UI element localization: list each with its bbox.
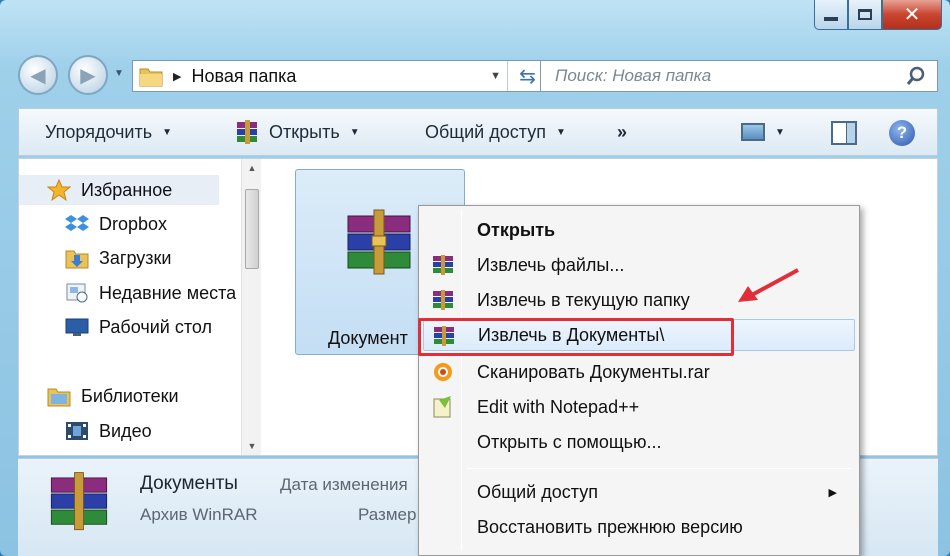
dropbox-icon: [65, 213, 89, 235]
recent-pages-dropdown[interactable]: ▼: [114, 68, 124, 79]
menu-item-label: Восстановить прежнюю версию: [477, 516, 743, 537]
antivirus-icon: [431, 361, 455, 383]
refresh-icon: ⇆: [519, 65, 536, 88]
close-button[interactable]: ✕: [882, 0, 942, 30]
sidebar-item-label: Избранное: [81, 179, 173, 200]
winrar-icon: [235, 119, 261, 145]
scroll-up-icon[interactable]: ▲: [242, 159, 262, 177]
chevron-down-icon: ▼: [555, 126, 566, 138]
submenu-arrow-icon: ▶: [828, 486, 837, 499]
menu-separator: [467, 468, 851, 469]
menu-item-label: Открыть: [477, 219, 556, 240]
sidebar-item-libraries[interactable]: Библиотеки: [47, 381, 179, 411]
view-icon: [741, 123, 765, 141]
sidebar-item-label: Недавние места: [99, 282, 237, 303]
command-bar: Упорядочить ▼ Открыть ▼ Общий доступ ▼ » ▼ …: [18, 108, 938, 156]
more-commands-button[interactable]: »: [617, 109, 627, 155]
search-input[interactable]: Поиск: Новая папка: [555, 66, 711, 86]
minimize-button[interactable]: [814, 0, 848, 30]
sidebar-item-label: Библиотеки: [81, 385, 179, 406]
video-icon: [65, 420, 89, 442]
details-date-label: Дата изменения: [280, 475, 408, 494]
menu-item-label: Общий доступ: [477, 481, 598, 502]
desktop-icon: [65, 316, 89, 338]
sidebar-scrollbar[interactable]: ▲ ▼: [241, 159, 261, 455]
menu-item-notepadpp[interactable]: Edit with Notepad++: [423, 391, 855, 423]
organize-button[interactable]: Упорядочить ▼: [45, 109, 172, 155]
menu-item-share[interactable]: Общий доступ ▶: [423, 476, 855, 508]
libraries-icon: [47, 385, 71, 407]
open-label: Открыть: [269, 121, 340, 142]
annotation-arrow-icon: [738, 268, 799, 302]
sidebar-item-downloads[interactable]: Загрузки: [65, 243, 171, 273]
recent-places-icon: [65, 282, 89, 304]
help-button[interactable]: ?: [889, 120, 915, 146]
navigation-bar: ◀ ▶ ▼ ▶ Новая папка ▼ ⇆ Поиск: Новая пап…: [18, 52, 938, 98]
forward-arrow-icon: ▶: [80, 64, 96, 87]
highlight-box: [418, 318, 734, 356]
details-size-label: Размер: [358, 505, 417, 524]
folder-icon: [139, 65, 163, 87]
organize-label: Упорядочить: [45, 121, 153, 142]
downloads-folder-icon: [65, 247, 89, 269]
menu-item-open-with[interactable]: Открыть с помощью...: [423, 426, 855, 458]
menu-item-label: Сканировать Документы.rar: [477, 361, 710, 382]
chevron-down-icon: ▼: [349, 126, 360, 138]
share-label: Общий доступ: [425, 121, 546, 142]
menu-item-label: Открыть с помощью...: [477, 431, 662, 452]
file-name: Документ: [328, 328, 408, 348]
details-file-type: Архив WinRAR: [140, 505, 258, 524]
menu-item-restore-version[interactable]: Восстановить прежнюю версию: [423, 511, 855, 543]
maximize-icon: [858, 9, 872, 20]
forward-button[interactable]: ▶: [68, 55, 108, 95]
help-icon: ?: [896, 123, 908, 142]
sidebar-item-video[interactable]: Видео: [65, 416, 152, 446]
menu-item-label: Edit with Notepad++: [477, 396, 640, 417]
search-icon[interactable]: [905, 66, 927, 88]
back-arrow-icon: ◀: [30, 64, 46, 87]
address-bar[interactable]: ▶ Новая папка ▼ ⇆: [132, 60, 548, 92]
scroll-thumb[interactable]: [245, 189, 259, 269]
open-button[interactable]: Открыть ▼: [235, 109, 360, 155]
winrar-icon: [431, 254, 455, 276]
star-icon: [46, 178, 72, 202]
share-button[interactable]: Общий доступ ▼: [425, 109, 566, 155]
breadcrumb-current-folder[interactable]: Новая папка: [191, 66, 296, 87]
search-box[interactable]: Поиск: Новая папка: [540, 60, 938, 92]
sidebar-item-label: Dropbox: [99, 213, 168, 234]
winrar-icon: [431, 289, 455, 311]
chevron-down-icon: ▼: [775, 126, 785, 138]
sidebar-item-desktop[interactable]: Рабочий стол: [65, 312, 212, 342]
chevron-down-icon: ▼: [162, 126, 173, 138]
menu-item-label: Извлечь в текущую папку: [477, 289, 690, 310]
context-menu: Открыть Извлечь файлы... Извлечь в текущ…: [418, 205, 860, 556]
sidebar-item-label: Загрузки: [99, 247, 172, 268]
menu-item-scan[interactable]: Сканировать Документы.rar: [423, 356, 855, 388]
explorer-window: ✕ ◀ ▶ ▼ ▶ Новая папка ▼ ⇆ Поиск: Новая п…: [0, 0, 950, 556]
scroll-down-icon[interactable]: ▼: [242, 437, 262, 455]
preview-pane-button[interactable]: [831, 121, 857, 145]
winrar-archive-icon: [342, 206, 416, 280]
winrar-archive-icon: [46, 469, 112, 535]
maximize-button[interactable]: [848, 0, 882, 30]
more-label: »: [617, 121, 628, 142]
sidebar-item-label: Рабочий стол: [99, 316, 212, 337]
navigation-pane: Избранное Dropbox Загрузки Недавние мест…: [19, 159, 265, 455]
address-dropdown-icon[interactable]: ▼: [490, 70, 501, 82]
view-options-button[interactable]: ▼: [741, 109, 785, 155]
caption-buttons: ✕: [814, 0, 942, 30]
sidebar-item-favorites[interactable]: Избранное: [19, 175, 219, 205]
menu-item-open[interactable]: Открыть: [423, 214, 855, 246]
sidebar-item-label: Видео: [99, 420, 152, 441]
details-file-name: Документы: [140, 473, 238, 494]
breadcrumb-arrow-icon[interactable]: ▶: [173, 70, 181, 83]
menu-item-label: Извлечь файлы...: [477, 254, 625, 275]
back-button[interactable]: ◀: [18, 55, 58, 95]
sidebar-item-dropbox[interactable]: Dropbox: [65, 209, 167, 239]
sidebar-item-recent-places[interactable]: Недавние места: [65, 278, 236, 308]
minimize-icon: [824, 16, 838, 21]
notepadpp-icon: [431, 396, 455, 418]
close-icon: ✕: [903, 4, 921, 26]
